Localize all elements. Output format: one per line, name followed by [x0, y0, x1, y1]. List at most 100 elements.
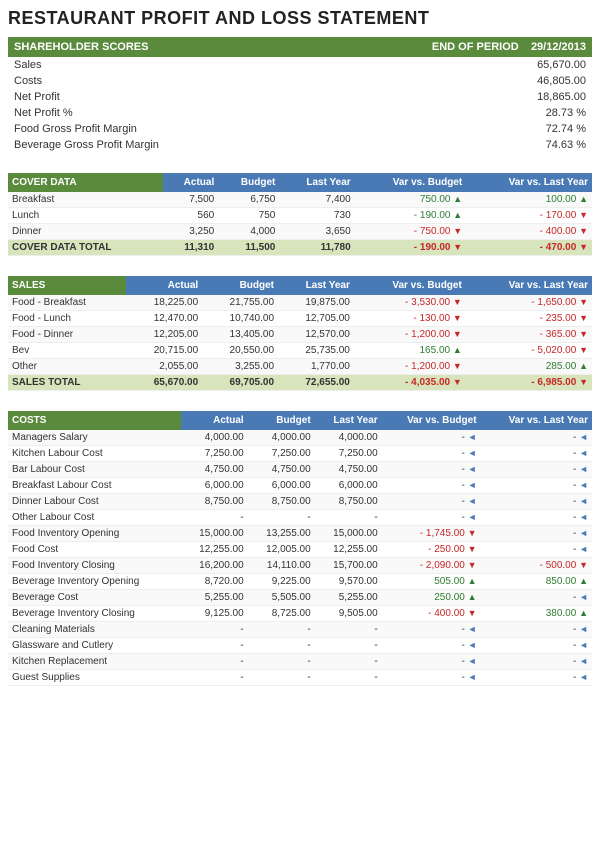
arrow-left-icon: ◄ — [579, 480, 588, 490]
costs-table: COSTS Actual Budget Last Year Var vs. Bu… — [8, 411, 592, 686]
actual-value: - — [181, 638, 248, 654]
budget-value: 10,740.00 — [202, 311, 278, 327]
arrow-down-icon: ▼ — [579, 560, 588, 570]
table-row: Guest Supplies - - - - ◄ - ◄ — [8, 670, 592, 686]
var-budget-value: - ◄ — [382, 494, 481, 510]
table-row: Dinner Labour Cost 8,750.00 8,750.00 8,7… — [8, 494, 592, 510]
total-label: COVER DATA TOTAL — [8, 240, 163, 256]
arrow-down-icon: ▼ — [579, 226, 588, 236]
table-row: Other 2,055.00 3,255.00 1,770.00 - 1,200… — [8, 359, 592, 375]
actual-value: 7,250.00 — [181, 446, 248, 462]
shareholder-row-label: Net Profit % — [8, 105, 272, 121]
arrow-down-icon: ▼ — [453, 297, 462, 307]
arrow-left-icon: ◄ — [468, 512, 477, 522]
arrow-left-icon: ◄ — [579, 512, 588, 522]
shareholder-row-value: 74.63 % — [512, 137, 592, 153]
sales-table: SALES Actual Budget Last Year Var vs. Bu… — [8, 276, 592, 391]
shareholder-row-label: Food Gross Profit Margin — [8, 121, 272, 137]
row-label: Other — [8, 359, 126, 375]
total-actual: 11,310 — [163, 240, 219, 256]
budget-value: - — [248, 670, 315, 686]
shareholder-table: Sales65,670.00Costs46,805.00Net Profit18… — [8, 57, 592, 153]
table-row: Managers Salary 4,000.00 4,000.00 4,000.… — [8, 430, 592, 446]
arrow-up-icon: ▲ — [579, 576, 588, 586]
arrow-down-icon: ▼ — [579, 313, 588, 323]
budget-value: 9,225.00 — [248, 574, 315, 590]
total-var-last: - 6,985.00 ▼ — [466, 375, 592, 391]
table-row: Breakfast 7,500 6,750 7,400 750.00 ▲ 100… — [8, 192, 592, 208]
actual-value: 15,000.00 — [181, 526, 248, 542]
arrow-down-icon: ▼ — [579, 242, 588, 252]
actual-value: 5,255.00 — [181, 590, 248, 606]
table-row: Glassware and Cutlery - - - - ◄ - ◄ — [8, 638, 592, 654]
var-last-value: - ◄ — [481, 638, 592, 654]
var-budget-value: - ◄ — [382, 478, 481, 494]
budget-value: 3,255.00 — [202, 359, 278, 375]
var-last-value: - 235.00 ▼ — [466, 311, 592, 327]
row-label: Food Inventory Opening — [8, 526, 181, 542]
actual-value: 16,200.00 — [181, 558, 248, 574]
arrow-down-icon: ▼ — [453, 242, 462, 252]
var-budget-value: - ◄ — [382, 510, 481, 526]
budget-value: - — [248, 638, 315, 654]
table-row: Bev 20,715.00 20,550.00 25,735.00 165.00… — [8, 343, 592, 359]
budget-value: 5,505.00 — [248, 590, 315, 606]
arrow-left-icon: ◄ — [579, 640, 588, 650]
var-last-value: - 365.00 ▼ — [466, 327, 592, 343]
var-last-value: - 500.00 ▼ — [481, 558, 592, 574]
row-label: Cleaning Materials — [8, 622, 181, 638]
arrow-up-icon: ▲ — [468, 592, 477, 602]
table-row: Beverage Inventory Opening 8,720.00 9,22… — [8, 574, 592, 590]
shareholder-label: SHAREHOLDER SCORES — [14, 41, 148, 53]
budget-value: 6,000.00 — [248, 478, 315, 494]
arrow-down-icon: ▼ — [579, 329, 588, 339]
budget-value: - — [248, 654, 315, 670]
page-title: RESTAURANT PROFIT AND LOSS STATEMENT — [8, 8, 592, 29]
arrow-down-icon: ▼ — [579, 210, 588, 220]
arrow-left-icon: ◄ — [579, 496, 588, 506]
last-year-value: 9,570.00 — [315, 574, 382, 590]
last-year-value: 6,000.00 — [315, 478, 382, 494]
var-budget-value: - ◄ — [382, 462, 481, 478]
budget-value: 14,110.00 — [248, 558, 315, 574]
var-budget-value: 165.00 ▲ — [354, 343, 466, 359]
var-last-value: - ◄ — [481, 542, 592, 558]
var-budget-value: - 400.00 ▼ — [382, 606, 481, 622]
var-budget-value: 505.00 ▲ — [382, 574, 481, 590]
budget-value: - — [248, 510, 315, 526]
var-budget-value: - ◄ — [382, 430, 481, 446]
table-row: Kitchen Labour Cost 7,250.00 7,250.00 7,… — [8, 446, 592, 462]
actual-value: 3,250 — [163, 224, 219, 240]
budget-value: 12,005.00 — [248, 542, 315, 558]
table-row: Breakfast Labour Cost 6,000.00 6,000.00 … — [8, 478, 592, 494]
actual-value: - — [181, 622, 248, 638]
budget-value: 6,750 — [218, 192, 279, 208]
actual-value: 560 — [163, 208, 219, 224]
shareholder-row-label: Net Profit — [8, 89, 272, 105]
budget-value: 13,255.00 — [248, 526, 315, 542]
arrow-up-icon: ▲ — [579, 608, 588, 618]
shareholder-header: SHAREHOLDER SCORES END OF PERIOD 29/12/2… — [8, 37, 592, 57]
row-label: Breakfast Labour Cost — [8, 478, 181, 494]
arrow-left-icon: ◄ — [468, 432, 477, 442]
actual-value: 8,720.00 — [181, 574, 248, 590]
arrow-up-icon: ▲ — [579, 194, 588, 204]
budget-value: 4,000.00 — [248, 430, 315, 446]
period-info: END OF PERIOD 29/12/2013 — [432, 41, 586, 53]
var-budget-value: - 1,200.00 ▼ — [354, 359, 466, 375]
total-actual: 65,670.00 — [126, 375, 202, 391]
budget-value: 13,405.00 — [202, 327, 278, 343]
row-label: Dinner Labour Cost — [8, 494, 181, 510]
total-budget: 11,500 — [218, 240, 279, 256]
last-year-value: 25,735.00 — [278, 343, 354, 359]
last-year-value: 15,000.00 — [315, 526, 382, 542]
last-year-value: 15,700.00 — [315, 558, 382, 574]
budget-value: 4,000 — [218, 224, 279, 240]
row-label: Glassware and Cutlery — [8, 638, 181, 654]
var-budget-value: - 1,745.00 ▼ — [382, 526, 481, 542]
row-label: Food Cost — [8, 542, 181, 558]
var-last-value: - ◄ — [481, 478, 592, 494]
budget-value: 4,750.00 — [248, 462, 315, 478]
table-row: Food Cost 12,255.00 12,005.00 12,255.00 … — [8, 542, 592, 558]
arrow-down-icon: ▼ — [453, 226, 462, 236]
